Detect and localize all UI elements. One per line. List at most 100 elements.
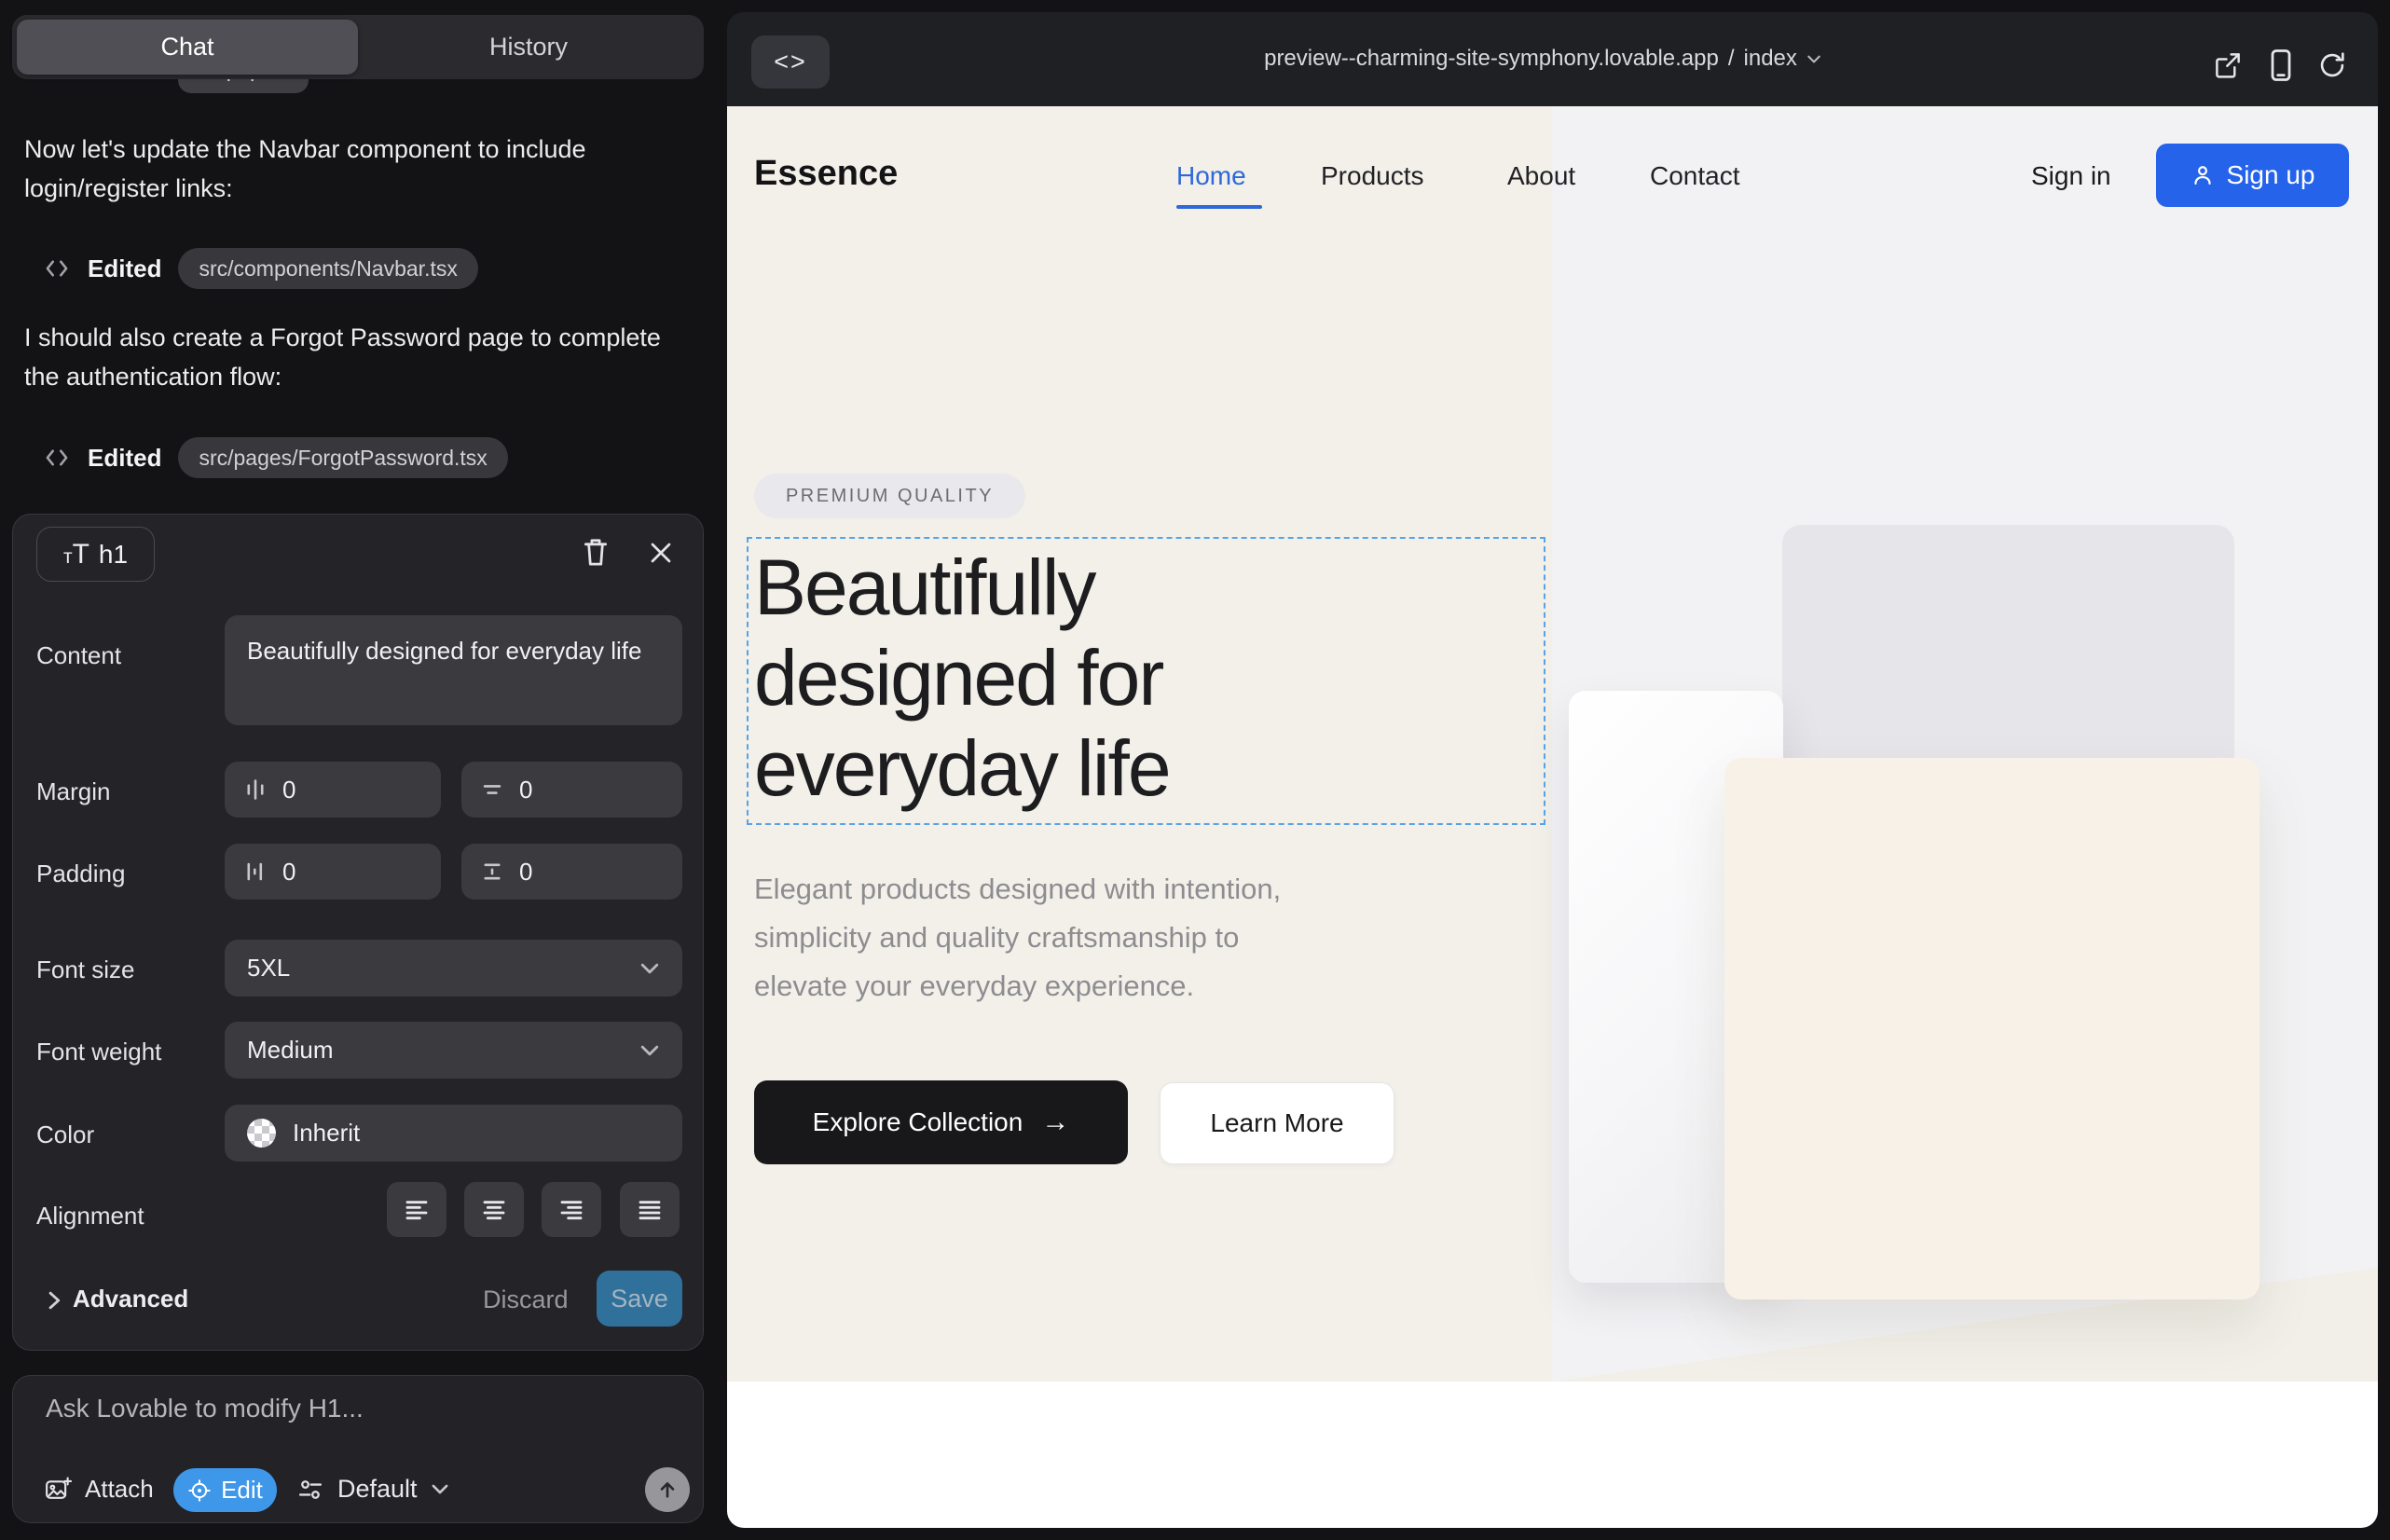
font-size-select[interactable]: 5XL — [225, 940, 682, 997]
selected-element-tag[interactable]: тT h1 — [36, 527, 155, 582]
chevron-down-icon — [431, 1483, 449, 1495]
margin-x-field[interactable] — [225, 762, 441, 818]
font-weight-value: Medium — [247, 1036, 333, 1065]
padding-y-field[interactable] — [461, 844, 682, 900]
attach-button[interactable]: Attach — [44, 1475, 154, 1504]
close-panel-icon[interactable] — [647, 539, 675, 567]
tab-history[interactable]: History — [358, 20, 699, 75]
font-size-label: Font size — [36, 956, 135, 984]
edited-file-chip[interactable]: src/pages/ForgotPassword.tsx — [178, 437, 507, 478]
url-bar[interactable]: preview--charming-site-symphony.lovable.… — [1007, 46, 2079, 72]
font-weight-label: Font weight — [36, 1038, 161, 1066]
advanced-toggle[interactable]: Advanced — [73, 1285, 188, 1313]
premium-quality-badge: PREMIUM QUALITY — [754, 474, 1025, 518]
chevron-down-icon — [1806, 54, 1821, 64]
chevron-down-icon — [639, 962, 660, 975]
nav-link-about[interactable]: About — [1507, 161, 1575, 191]
preview-browser-frame: <> preview--charming-site-symphony.lovab… — [727, 12, 2378, 1528]
margin-label: Margin — [36, 777, 110, 806]
chat-message: Now let's update the Navbar component to… — [24, 130, 667, 208]
nav-link-home[interactable]: Home — [1176, 161, 1246, 191]
margin-y-input[interactable] — [519, 776, 612, 804]
tag-name: h1 — [99, 540, 128, 570]
site-logo[interactable]: Essence — [754, 154, 898, 194]
padding-x-field[interactable] — [225, 844, 441, 900]
margin-vertical-icon — [480, 777, 504, 802]
edited-file-row: Edited src/pages/ForgotPassword.tsx — [43, 437, 508, 478]
color-label: Color — [36, 1121, 94, 1149]
sliders-icon — [296, 1476, 324, 1504]
align-left-button[interactable] — [387, 1182, 446, 1237]
font-size-value: 5XL — [247, 954, 290, 983]
font-weight-select[interactable]: Medium — [225, 1022, 682, 1079]
edited-file-chip[interactable]: src/components/Navbar.tsx — [178, 248, 477, 289]
content-label: Content — [36, 641, 121, 670]
sidebar-tabbar: Chat History — [12, 15, 704, 79]
hero-card-cream — [1724, 758, 2260, 1299]
sidebar: · · Chat History Now let's update the Na… — [0, 0, 724, 1540]
hero-heading-line: designed for — [754, 633, 1544, 723]
edited-label: Edited — [88, 444, 161, 473]
edited-file-row: Edited src/components/Navbar.tsx — [43, 248, 478, 289]
send-button[interactable] — [645, 1467, 690, 1512]
mode-label: Default — [337, 1475, 418, 1504]
color-select[interactable]: Inherit — [225, 1105, 682, 1162]
margin-y-field[interactable] — [461, 762, 682, 818]
padding-x-input[interactable] — [282, 858, 376, 887]
signup-label: Sign up — [2227, 160, 2315, 190]
save-button[interactable]: Save — [597, 1271, 682, 1327]
open-external-icon[interactable] — [2213, 50, 2243, 80]
margin-horizontal-icon — [243, 777, 268, 802]
nav-link-products[interactable]: Products — [1321, 161, 1424, 191]
tab-chat[interactable]: Chat — [17, 20, 358, 75]
signin-link[interactable]: Sign in — [2031, 161, 2111, 191]
target-icon — [187, 1478, 212, 1503]
url-host: preview--charming-site-symphony.lovable.… — [1264, 46, 1719, 72]
align-justify-button[interactable] — [620, 1182, 680, 1237]
chevron-down-icon — [639, 1044, 660, 1057]
color-value: Inherit — [293, 1119, 360, 1148]
explore-collection-button[interactable]: Explore Collection → — [754, 1080, 1128, 1164]
nav-link-contact[interactable]: Contact — [1650, 161, 1740, 191]
refresh-icon[interactable] — [2317, 50, 2347, 80]
signup-button[interactable]: Sign up — [2156, 144, 2349, 207]
code-icon — [43, 446, 71, 470]
chat-message: I should also create a Forgot Password p… — [24, 318, 667, 396]
edit-mode-pill[interactable]: Edit — [173, 1468, 277, 1512]
url-divider: / — [1728, 46, 1735, 72]
padding-y-input[interactable] — [519, 858, 612, 887]
mobile-view-icon[interactable] — [2267, 48, 2295, 82]
type-icon: тT — [63, 539, 89, 571]
person-icon — [2191, 163, 2215, 187]
hero-heading-line: Beautifully — [754, 543, 1544, 633]
app-window: · · Chat History Now let's update the Na… — [0, 0, 2390, 1540]
url-page: index — [1744, 46, 1797, 72]
element-editor-panel: тT h1 Content Beautifully designed for e… — [12, 514, 704, 1351]
hero-description: Elegant products designed with intention… — [754, 865, 1518, 1011]
content-input[interactable]: Beautifully designed for everyday life — [225, 615, 682, 725]
padding-vertical-icon — [480, 859, 504, 884]
edited-label: Edited — [88, 254, 161, 283]
selected-heading-outline[interactable]: Beautifully designed for everyday life — [747, 537, 1545, 825]
mode-selector[interactable]: Default — [296, 1475, 449, 1504]
attach-image-icon — [44, 1476, 72, 1504]
alignment-label: Alignment — [36, 1202, 144, 1231]
align-center-button[interactable] — [464, 1182, 524, 1237]
nav-home-underline — [1176, 205, 1262, 209]
margin-x-input[interactable] — [282, 776, 376, 804]
explore-collection-label: Explore Collection — [813, 1107, 1023, 1137]
color-swatch — [247, 1119, 276, 1148]
edit-label: Edit — [221, 1476, 263, 1505]
learn-more-button[interactable]: Learn More — [1160, 1082, 1394, 1164]
align-right-button[interactable] — [542, 1182, 601, 1237]
arrow-up-icon — [656, 1478, 679, 1501]
code-view-toggle[interactable]: <> — [751, 35, 830, 89]
code-icon — [43, 256, 71, 281]
arrow-right-icon: → — [1041, 1107, 1069, 1138]
composer-input[interactable] — [44, 1393, 659, 1424]
attach-label: Attach — [85, 1475, 154, 1504]
delete-element-button[interactable] — [580, 535, 611, 569]
discard-button[interactable]: Discard — [483, 1286, 569, 1314]
chevron-right-icon — [47, 1290, 62, 1311]
padding-horizontal-icon — [243, 859, 268, 884]
